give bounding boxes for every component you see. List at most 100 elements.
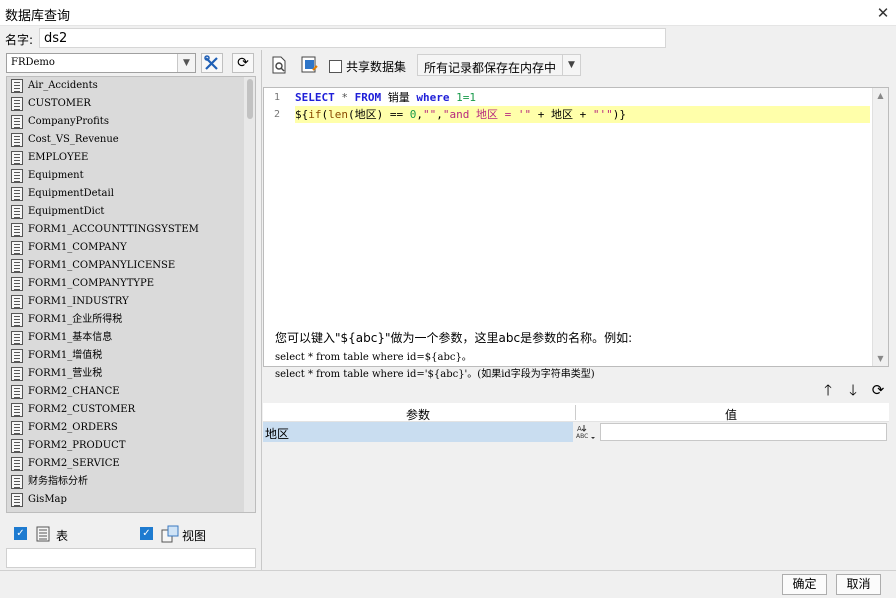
table-icon	[11, 205, 23, 219]
sql-token: ${	[295, 108, 309, 121]
table-name: FORM2_CHANCE	[28, 386, 120, 397]
list-item[interactable]: 财务指标分析	[7, 473, 255, 491]
table-name: FORM2_SERVICE	[28, 458, 120, 469]
query-toolbar: 共享数据集 所有记录都保存在内存中 ▼	[263, 50, 896, 80]
list-item[interactable]: FORM1_COMPANY	[7, 239, 255, 257]
list-item[interactable]: EMPLOYEE	[7, 149, 255, 167]
table-name: FORM1_基本信息	[28, 332, 113, 343]
memory-mode-select[interactable]: 所有记录都保存在内存中 ▼	[417, 54, 581, 76]
table-search-input[interactable]	[6, 548, 256, 568]
parameter-table: 参数 值 地区 A ABC	[263, 403, 889, 442]
chevron-down-icon[interactable]: ▼	[177, 54, 195, 72]
sql-token: )}	[612, 108, 626, 121]
cancel-button[interactable]: 取消	[836, 574, 881, 595]
list-item[interactable]: FORM1_COMPANYTYPE	[7, 275, 255, 293]
hint-line-3: select * from table where id='${abc}'。(如…	[275, 369, 595, 380]
svg-text:A: A	[577, 425, 582, 433]
table-name: 财务指标分析	[28, 476, 88, 487]
table-name: FORM2_CUSTOMER	[28, 404, 136, 415]
chevron-down-icon[interactable]: ▼	[562, 55, 580, 75]
param-value-input[interactable]	[600, 423, 887, 441]
close-icon[interactable]: ✕	[870, 0, 896, 26]
list-item[interactable]: CompanyProfits	[7, 113, 255, 131]
table-icon	[11, 97, 23, 111]
view-checkbox[interactable]: ✓	[140, 527, 153, 540]
name-label: 名字:	[5, 33, 34, 47]
list-item[interactable]: FORM1_COMPANYLICENSE	[7, 257, 255, 275]
sql-table-name: 销量	[387, 91, 410, 104]
string-type-icon[interactable]: A ABC	[575, 423, 597, 441]
sql-function: if	[308, 108, 322, 121]
refresh-icon: ⟳	[237, 55, 249, 71]
table-list[interactable]: Air_Accidents CUSTOMER CompanyProfits Cost_…	[6, 76, 256, 513]
scroll-up-icon[interactable]: ▲	[873, 88, 888, 103]
table-icon	[11, 223, 23, 237]
list-item[interactable]: FORM2_CUSTOMER	[7, 401, 255, 419]
list-item[interactable]: Cost_VS_Revenue	[7, 131, 255, 149]
sql-token: (地区) ==	[348, 108, 410, 121]
list-item[interactable]: FORM1_营业税	[7, 365, 255, 383]
sql-function: len	[328, 108, 348, 121]
list-item[interactable]: FORM1_INDUSTRY	[7, 293, 255, 311]
connection-settings-button[interactable]	[201, 53, 223, 73]
refresh-params-icon[interactable]: ⟳	[868, 380, 888, 400]
table-icon	[11, 439, 23, 453]
table-name: Air_Accidents	[28, 80, 98, 91]
column-divider	[575, 405, 576, 420]
table-icon	[11, 367, 23, 381]
table-name: FORM2_PRODUCT	[28, 440, 126, 451]
table-icon	[11, 169, 23, 183]
list-item[interactable]: FORM2_PRODUCT	[7, 437, 255, 455]
list-item[interactable]: EquipmentDetail	[7, 185, 255, 203]
window-title: 数据库查询	[5, 9, 71, 24]
list-item[interactable]: FORM2_SERVICE	[7, 455, 255, 473]
list-item[interactable]: Equipment	[7, 167, 255, 185]
scroll-down-icon[interactable]: ▼	[873, 351, 888, 366]
name-input[interactable]	[39, 28, 666, 48]
sql-line-2[interactable]: ${if(len(地区) == 0,"","and 地区 = '" + 地区 +…	[295, 106, 870, 123]
sql-keyword: SELECT	[295, 91, 335, 104]
sql-line-1[interactable]: SELECT * FROM 销量 where 1=1	[295, 89, 476, 106]
column-header-value: 值	[725, 408, 738, 422]
param-name-cell[interactable]: 地区	[263, 422, 573, 442]
table-icon	[11, 133, 23, 147]
table-checkbox[interactable]: ✓	[14, 527, 27, 540]
table-icon	[11, 241, 23, 255]
type-icon-text: ABC	[576, 433, 588, 440]
table-row[interactable]: 地区 A ABC	[263, 422, 889, 442]
sql-keyword: FROM	[354, 91, 382, 104]
line-number: 1	[274, 92, 281, 103]
table-name: FORM1_增值税	[28, 350, 103, 361]
table-icon	[11, 475, 23, 489]
list-item[interactable]: FORM1_增值税	[7, 347, 255, 365]
move-down-icon[interactable]: 🡓	[843, 380, 863, 400]
list-item[interactable]: EquipmentDict	[7, 203, 255, 221]
list-item[interactable]: GisMap	[7, 491, 255, 509]
edit-dataset-button[interactable]	[301, 56, 319, 74]
ok-button[interactable]: 确定	[782, 574, 827, 595]
refresh-button[interactable]: ⟳	[232, 53, 254, 73]
editor-scrollbar[interactable]: ▲ ▼	[872, 88, 888, 366]
line-number: 2	[274, 109, 281, 120]
column-header-param: 参数	[406, 408, 431, 422]
move-up-icon[interactable]: 🡑	[818, 380, 838, 400]
parameter-table-header: 参数 值	[263, 403, 889, 422]
list-item[interactable]: Air_Accidents	[7, 77, 255, 95]
list-item[interactable]: FORM1_基本信息	[7, 329, 255, 347]
list-item[interactable]: FORM2_ORDERS	[7, 419, 255, 437]
table-name: FORM2_ORDERS	[28, 422, 118, 433]
param-order-buttons: 🡑 🡓 ⟳	[818, 380, 888, 400]
shared-dataset-checkbox[interactable]	[329, 60, 342, 73]
list-item[interactable]: FORM2_CHANCE	[7, 383, 255, 401]
list-item[interactable]: FORM1_ACCOUNTTINGSYSTEM	[7, 221, 255, 239]
list-item[interactable]: FORM1_企业所得税	[7, 311, 255, 329]
table-list-scrollbar[interactable]	[244, 77, 255, 512]
preview-button[interactable]	[271, 56, 289, 74]
datasource-select[interactable]: FRDemo ▼	[6, 53, 196, 73]
datasource-value: FRDemo	[11, 57, 55, 68]
list-item[interactable]: CUSTOMER	[7, 95, 255, 113]
sql-keyword: where	[416, 91, 450, 104]
scrollbar-thumb[interactable]	[247, 79, 253, 119]
sql-editor[interactable]: 1 2 SELECT * FROM 销量 where 1=1 ${if(len(…	[263, 87, 889, 367]
table-browser-panel: FRDemo ▼ ⟳ Air_Accidents CUSTOMER CompanyP…	[0, 50, 262, 570]
